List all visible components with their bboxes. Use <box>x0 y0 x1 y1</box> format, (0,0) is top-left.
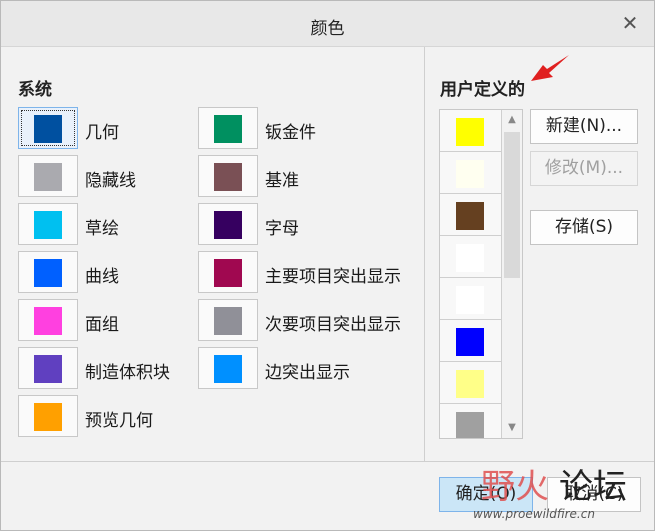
user-color-cell[interactable] <box>440 236 502 278</box>
dialog-title: 颜色 <box>310 19 345 39</box>
color-item-label: 几何 <box>85 123 119 143</box>
color-swatch-button[interactable] <box>18 251 78 293</box>
color-swatch-button[interactable] <box>18 107 78 149</box>
color-swatch <box>34 403 62 431</box>
user-color-cell[interactable] <box>440 320 502 362</box>
color-swatch-button[interactable] <box>18 395 78 437</box>
color-swatch <box>34 163 62 191</box>
color-swatch <box>34 355 62 383</box>
color-swatch <box>214 211 242 239</box>
ok-button[interactable]: 确定(O) <box>439 477 533 512</box>
color-swatch <box>214 163 242 191</box>
system-color-item[interactable]: 钣金件 <box>198 107 428 151</box>
color-swatch <box>456 202 484 230</box>
user-color-cell[interactable] <box>440 278 502 320</box>
color-swatch <box>214 115 242 143</box>
color-item-label: 钣金件 <box>265 123 316 143</box>
user-color-cell[interactable] <box>440 404 502 438</box>
color-swatch <box>34 115 62 143</box>
color-item-label: 边突出显示 <box>265 363 350 383</box>
color-swatch <box>214 259 242 287</box>
color-swatch <box>34 259 62 287</box>
scroll-down-icon[interactable]: ▼ <box>502 418 522 438</box>
system-section-label: 系统 <box>18 80 52 100</box>
system-color-item[interactable]: 主要项目突出显示 <box>198 251 428 295</box>
color-item-label: 曲线 <box>85 267 119 287</box>
color-swatch <box>34 211 62 239</box>
color-item-label: 面组 <box>85 315 119 335</box>
footer-divider <box>1 461 654 462</box>
user-color-cell[interactable] <box>440 362 502 404</box>
user-color-cell[interactable] <box>440 194 502 236</box>
system-color-item[interactable]: 预览几何 <box>18 395 248 439</box>
scroll-thumb[interactable] <box>504 132 520 278</box>
cancel-button[interactable]: 取消(C) <box>547 477 641 512</box>
color-item-label: 隐藏线 <box>85 171 136 191</box>
color-swatch <box>456 160 484 188</box>
color-swatch-button[interactable] <box>198 155 258 197</box>
color-swatch <box>456 286 484 314</box>
color-item-label: 主要项目突出显示 <box>265 267 401 287</box>
color-swatch-button[interactable] <box>198 203 258 245</box>
color-swatch <box>456 412 484 438</box>
color-swatch-button[interactable] <box>18 347 78 389</box>
close-icon[interactable]: ✕ <box>620 13 640 33</box>
title-bar: 颜色 ✕ <box>1 1 654 47</box>
modify-color-button[interactable]: 修改(M)... <box>530 151 638 186</box>
color-swatch <box>214 307 242 335</box>
color-item-label: 预览几何 <box>85 411 153 431</box>
color-swatch-button[interactable] <box>198 299 258 341</box>
color-item-label: 字母 <box>265 219 299 239</box>
color-item-label: 制造体积块 <box>85 363 170 383</box>
system-color-item[interactable]: 边突出显示 <box>198 347 428 391</box>
color-swatch-button[interactable] <box>18 203 78 245</box>
color-item-label: 草绘 <box>85 219 119 239</box>
color-item-label: 基准 <box>265 171 299 191</box>
color-swatch <box>214 355 242 383</box>
color-dialog: 颜色 ✕ 系统 用户定义的 几何隐藏线草绘曲线面组制造体积块预览几何 钣金件基准… <box>0 0 655 531</box>
color-item-label: 次要项目突出显示 <box>265 315 401 335</box>
save-color-button[interactable]: 存储(S) <box>530 210 638 245</box>
color-swatch-button[interactable] <box>198 251 258 293</box>
new-color-button[interactable]: 新建(N)... <box>530 109 638 144</box>
system-color-item[interactable]: 基准 <box>198 155 428 199</box>
user-color-cell[interactable] <box>440 110 502 152</box>
scroll-up-icon[interactable]: ▲ <box>502 110 522 130</box>
color-swatch <box>34 307 62 335</box>
color-swatch-button[interactable] <box>18 299 78 341</box>
system-color-item[interactable]: 字母 <box>198 203 428 247</box>
user-color-list[interactable]: ▲ ▼ <box>439 109 523 439</box>
annotation-arrow-icon <box>531 55 569 81</box>
system-color-item[interactable]: 次要项目突出显示 <box>198 299 428 343</box>
color-swatch <box>456 328 484 356</box>
color-swatch-button[interactable] <box>198 347 258 389</box>
color-swatch <box>456 244 484 272</box>
user-defined-section-label: 用户定义的 <box>440 80 525 100</box>
color-swatch-button[interactable] <box>18 155 78 197</box>
user-list-scrollbar[interactable]: ▲ ▼ <box>502 110 522 438</box>
color-swatch <box>456 118 484 146</box>
color-swatch-button[interactable] <box>198 107 258 149</box>
user-color-cell[interactable] <box>440 152 502 194</box>
vertical-divider <box>424 47 425 461</box>
color-swatch <box>456 370 484 398</box>
